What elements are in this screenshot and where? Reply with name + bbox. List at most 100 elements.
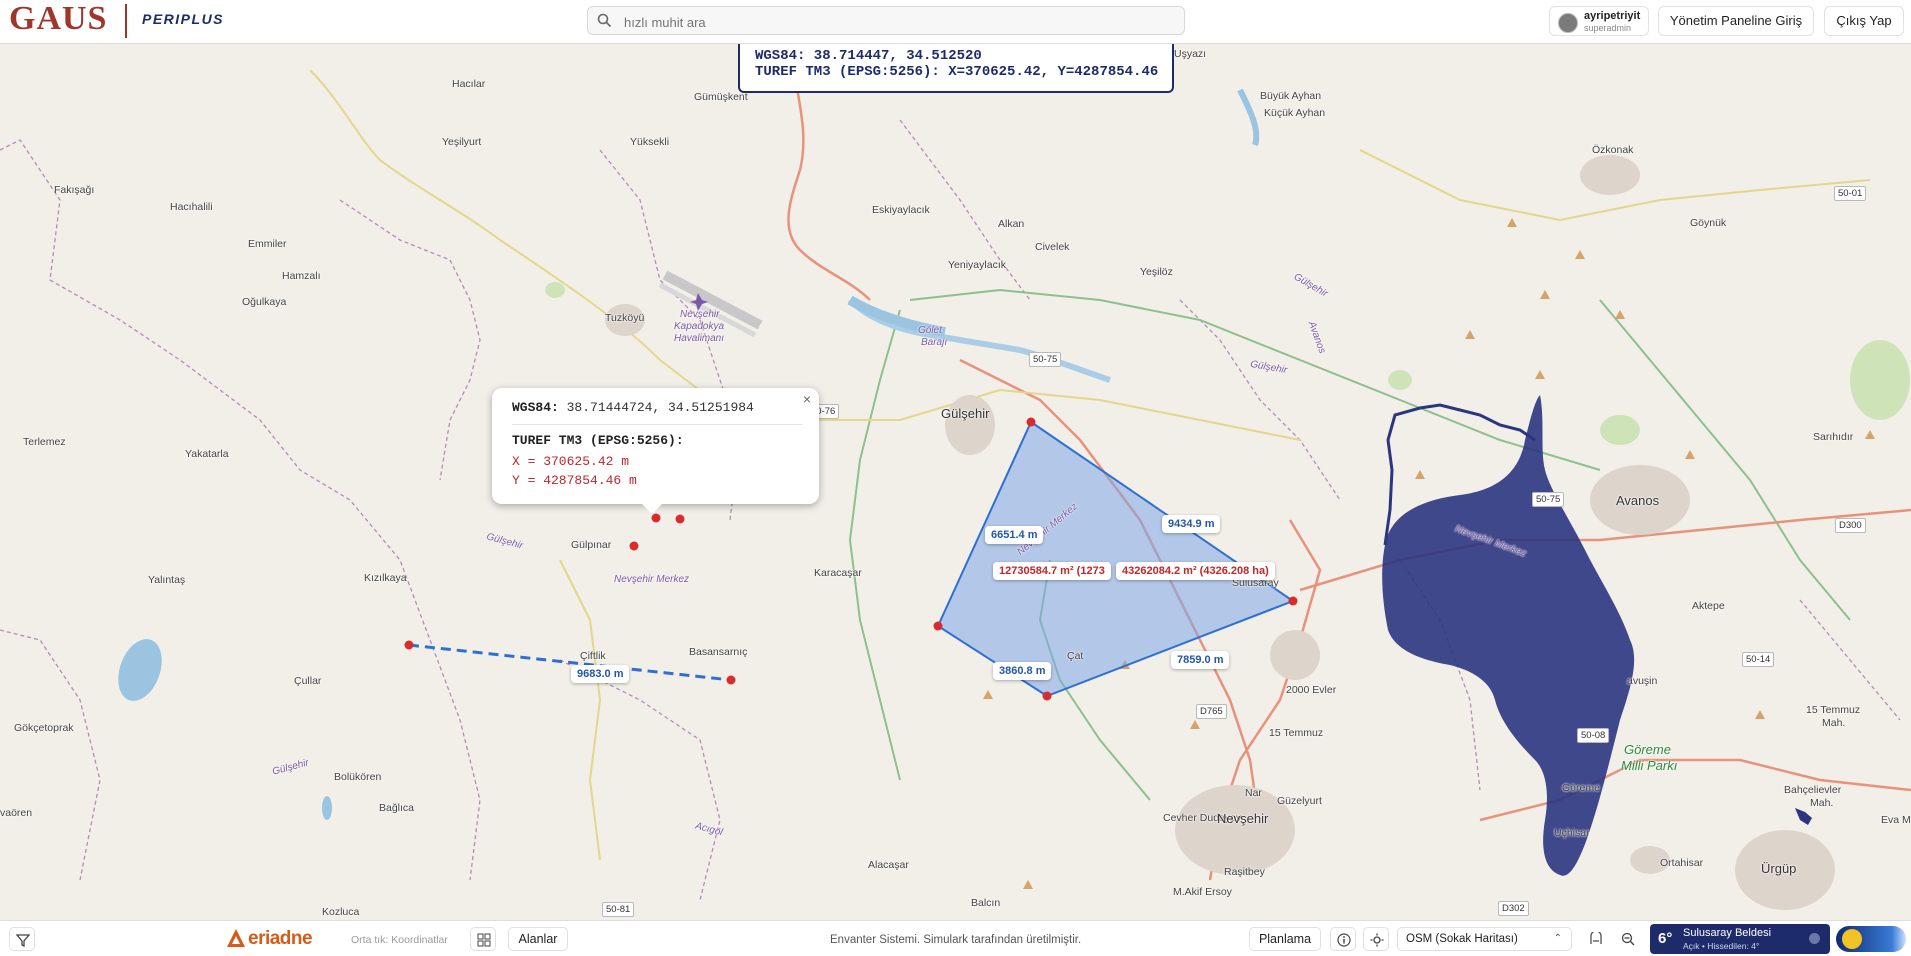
airport-label: Havalimanı [674, 333, 725, 344]
place-label: Çat [1067, 650, 1084, 662]
place-label: Terlemez [23, 436, 66, 448]
coordinate-wgs84: WGS84: 38.714447, 34.512520 [755, 48, 982, 64]
district-label: Gölet [918, 325, 942, 336]
logout-button[interactable]: Çıkış Yap [1824, 6, 1904, 36]
road-shield: 50-14 [1742, 652, 1775, 667]
place-label: Gökçetoprak [14, 722, 74, 734]
place-label: Yeşilöz [1140, 266, 1173, 278]
place-label: Büyük Ayhan [1260, 90, 1322, 102]
logo-divider [125, 4, 127, 38]
place-label: Uşyazı [1174, 48, 1207, 60]
road-shield: 50-01 [1834, 186, 1867, 201]
zoom-out-button[interactable] [1615, 927, 1639, 951]
areas-button[interactable]: Alanlar [508, 927, 568, 951]
search-icon [597, 13, 612, 28]
road-shield: D765 [1196, 704, 1227, 719]
user-name: ayripetriyit [1584, 10, 1641, 22]
place-label: Kızılkaya [364, 572, 407, 584]
coordinate-banner: WGS84: 38.714447, 34.512520 TUREF TM3 (E… [738, 38, 1174, 93]
settings-button[interactable] [1363, 927, 1389, 951]
place-label: Civelek [1035, 241, 1070, 253]
moon-icon [1809, 933, 1820, 944]
filter-button[interactable] [9, 927, 35, 951]
place-label: Uçhisar [1554, 827, 1590, 839]
admin-panel-button[interactable]: Yönetim Paneline Giriş [1658, 6, 1814, 36]
settings-icon [1370, 933, 1384, 947]
place-label: Bağlıca [379, 802, 415, 814]
place-label: Alacaşar [868, 859, 909, 871]
place-label: Yalıntaş [148, 574, 186, 586]
place-label: Özkonak [1592, 144, 1634, 156]
district-label: Barajı [921, 337, 948, 348]
place-label: Nevşehir [1217, 811, 1269, 826]
close-icon[interactable]: × [803, 391, 811, 407]
coordinate-tm3: TUREF TM3 (EPSG:5256): X=370625.42, Y=42… [755, 64, 1159, 80]
weather-condition: Açık • Hissedilen: 4° [1683, 941, 1760, 951]
place-label: Ürgüp [1761, 861, 1797, 876]
place-label: Çullar [294, 675, 322, 687]
place-label: Göreme [1562, 782, 1600, 794]
polygon-edge-label: 6651.4 m [985, 526, 1044, 544]
place-label: Bolükören [334, 771, 382, 783]
popup-wgs84-label: WGS84: [512, 400, 559, 415]
place-label: Fakışağı [54, 184, 95, 196]
place-label: Hacılar [452, 78, 486, 90]
place-label: 15 Temmuz [1806, 704, 1861, 716]
polygon-edge-label: 7859.0 m [1171, 651, 1230, 669]
weather-location: Sulusaray Beldesi [1683, 927, 1772, 939]
polygon-area-label: 12730584.7 m² (1273 [993, 562, 1111, 580]
place-label: Yüksekli [630, 136, 670, 148]
place-label: vaören [0, 807, 33, 819]
airport-label: Nevşehir [680, 309, 720, 320]
user-menu[interactable]: ayripetriyit superadmin [1549, 6, 1649, 36]
popup-wgs84-value: 38.71444724, 34.51251984 [558, 400, 754, 415]
basemap-select[interactable]: OSM (Sokak Haritası) ⌃ [1397, 927, 1572, 951]
place-label: Karacaşar [814, 567, 862, 579]
place-label: Yeniyaylacık [948, 259, 1006, 271]
search-box[interactable] [587, 6, 1185, 35]
place-label: Oğulkaya [242, 296, 287, 308]
place-label: Eva M [1881, 814, 1911, 826]
tolerance-button[interactable] [1583, 927, 1607, 951]
info-icon [1337, 933, 1351, 947]
grid-button[interactable] [470, 927, 496, 951]
place-label: Emmiler [248, 238, 287, 250]
place-label: Güzelyurt [1277, 795, 1322, 807]
periplus-logo[interactable]: PERIPLUS [142, 11, 224, 27]
eriadne-brand[interactable]: eriadne [248, 928, 313, 950]
planning-button[interactable]: Planlama [1249, 927, 1321, 951]
place-label: 15 Temmuz [1269, 727, 1324, 739]
info-button[interactable] [1330, 927, 1356, 951]
search-input[interactable] [622, 11, 1166, 33]
popup-divider [512, 424, 802, 425]
road-shield: D300 [1835, 518, 1866, 533]
place-label: Gülşehir [941, 406, 990, 421]
place-label: Nar [1245, 787, 1262, 799]
place-label: Alkan [998, 218, 1025, 230]
gaus-logo[interactable]: GAUS [9, 0, 107, 38]
place-label: Eskiyaylacık [872, 204, 930, 216]
place-label: M.Akif Ersoy [1173, 886, 1232, 898]
weather-temperature: 6° [1658, 930, 1673, 947]
weather-widget[interactable]: 6° Sulusaray Beldesi Açık • Hissedilen: … [1650, 924, 1830, 954]
map-base-layer [0, 44, 1911, 910]
place-label: 2000 Evler [1286, 684, 1337, 696]
place-label: Sarıhıdır [1813, 431, 1854, 443]
avatar-icon [1558, 13, 1578, 33]
chevron-up-icon: ⌃ [1553, 933, 1562, 944]
road-shield: 50-75 [1532, 492, 1565, 507]
eriadne-logo-icon [227, 929, 245, 947]
tolerance-icon [1590, 932, 1602, 944]
theme-toggle-icon[interactable] [1836, 926, 1906, 952]
place-label: Mah. [1810, 797, 1834, 809]
sun-icon [1842, 929, 1862, 949]
map-canvas[interactable]: Hacılar Yeşilyurt Gümüşkent Yüksekli Fak… [0, 44, 1911, 920]
airport-label: Kapadokya [674, 321, 725, 332]
place-label: Hacıhalili [170, 201, 213, 213]
user-role: superadmin [1584, 23, 1632, 33]
grid-icon [477, 933, 491, 947]
place-label: Basansarnıç [689, 646, 748, 658]
middle-click-hint: Orta tık: Koordinatlar [351, 934, 448, 946]
polygon-edge-label: 9434.9 m [1162, 515, 1221, 533]
road-shield: 50-08 [1577, 728, 1610, 743]
